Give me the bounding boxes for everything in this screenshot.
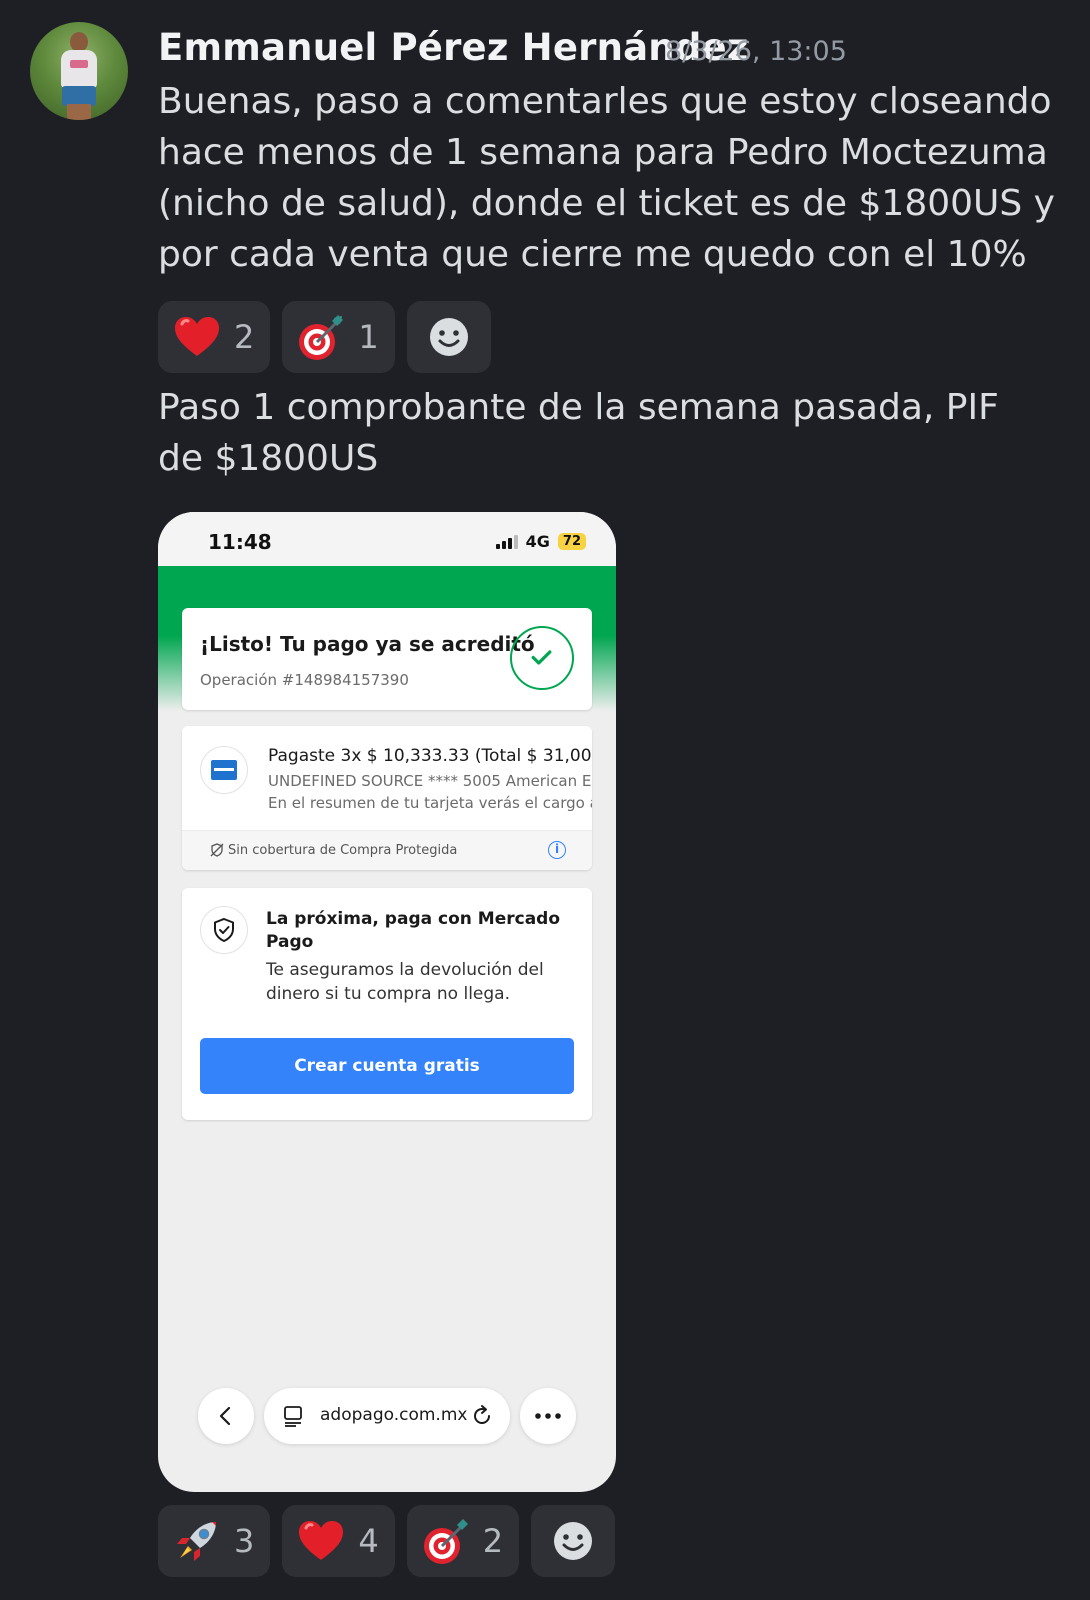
operation-number: Operación #148984157390 bbox=[200, 671, 409, 689]
back-button[interactable] bbox=[198, 1388, 254, 1444]
reaction-count: 3 bbox=[234, 1522, 255, 1560]
avatar-figure-head bbox=[70, 32, 88, 52]
payment-note: En el resumen de tu tarjeta verás el car… bbox=[268, 794, 592, 812]
success-title: ¡Listo! Tu pago ya se acreditó bbox=[200, 632, 535, 656]
reaction-heart[interactable]: 2 bbox=[158, 301, 271, 373]
reaction-heart[interactable]: 4 bbox=[282, 1505, 395, 1577]
payment-source: UNDEFINED SOURCE **** 5005 American Exp bbox=[268, 772, 592, 790]
tabs-icon bbox=[284, 1406, 302, 1427]
url-bar[interactable]: adopago.com.mx bbox=[264, 1388, 510, 1444]
protection-text: Sin cobertura de Compra Protegida bbox=[228, 843, 458, 858]
avatar-figure-shorts bbox=[62, 86, 96, 106]
target-icon bbox=[423, 1519, 468, 1564]
status-time: 11:48 bbox=[208, 530, 272, 554]
reaction-count: 4 bbox=[358, 1522, 379, 1560]
user-avatar[interactable] bbox=[30, 22, 128, 120]
network-label: 4G bbox=[525, 532, 550, 551]
amex-card-icon bbox=[200, 746, 248, 794]
reactions-row-2: 3 4 2 bbox=[158, 1505, 616, 1577]
check-icon bbox=[510, 626, 574, 690]
add-reaction-button[interactable] bbox=[406, 301, 491, 373]
create-account-button[interactable]: Crear cuenta gratis bbox=[200, 1038, 574, 1094]
chevron-left-icon bbox=[219, 1406, 231, 1426]
protection-footer: Sin cobertura de Compra Protegida i bbox=[182, 830, 592, 870]
reactions-row-1: 2 1 bbox=[158, 301, 491, 373]
reaction-count: 2 bbox=[482, 1522, 504, 1560]
reaction-count: 1 bbox=[358, 318, 379, 356]
smiley-icon bbox=[554, 1522, 593, 1560]
add-reaction-button[interactable] bbox=[531, 1505, 616, 1577]
message-timestamp: 8/3/26, 13:05 bbox=[665, 36, 847, 67]
heart-icon bbox=[175, 317, 219, 356]
payment-detail-card: Pagaste 3x $ 10,333.33 (Total $ 31,000) … bbox=[182, 726, 592, 870]
more-options-button[interactable] bbox=[520, 1388, 576, 1444]
reaction-target[interactable]: 2 bbox=[406, 1505, 520, 1577]
target-icon bbox=[299, 315, 344, 360]
promo-card: La próxima, paga con Mercado Pago Te ase… bbox=[182, 888, 592, 1120]
ellipsis-icon bbox=[535, 1413, 561, 1419]
payment-amount: Pagaste 3x $ 10,333.33 (Total $ 31,000) bbox=[268, 746, 592, 766]
promo-body: Te aseguramos la devolución del dinero s… bbox=[266, 960, 544, 1004]
heart-icon bbox=[299, 1521, 344, 1560]
message-text-1: Buenas, paso a comentarles que estoy clo… bbox=[158, 81, 1055, 275]
message-text-2: Paso 1 comprobante de la semana pasada, … bbox=[158, 387, 999, 479]
reload-icon[interactable] bbox=[470, 1404, 494, 1428]
no-protection-icon bbox=[210, 843, 224, 857]
browser-toolbar: adopago.com.mx bbox=[158, 1382, 616, 1452]
reaction-rocket[interactable]: 3 bbox=[158, 1505, 271, 1577]
battery-icon: 72 bbox=[557, 533, 586, 550]
reaction-count: 2 bbox=[234, 318, 255, 356]
reaction-target[interactable]: 1 bbox=[282, 301, 395, 373]
url-text: adopago.com.mx bbox=[320, 1405, 468, 1425]
info-icon[interactable]: i bbox=[548, 841, 566, 859]
avatar-figure-legs bbox=[67, 104, 91, 120]
avatar-figure-shirt bbox=[61, 50, 97, 88]
payment-success-card: ¡Listo! Tu pago ya se acreditó Operación… bbox=[182, 608, 592, 710]
smiley-icon bbox=[429, 318, 468, 356]
rocket-icon bbox=[177, 1522, 216, 1561]
shield-check-icon bbox=[200, 906, 248, 954]
image-attachment[interactable]: 11:48 4G 72 ¡Listo! Tu pago ya se acredi… bbox=[158, 512, 616, 1492]
promo-title: La próxima, paga con Mercado Pago bbox=[266, 909, 561, 952]
phone-status-bar: 11:48 4G 72 bbox=[158, 512, 616, 566]
author-name[interactable]: Emmanuel Pérez Hernández bbox=[158, 26, 749, 69]
signal-icon bbox=[495, 534, 518, 549]
